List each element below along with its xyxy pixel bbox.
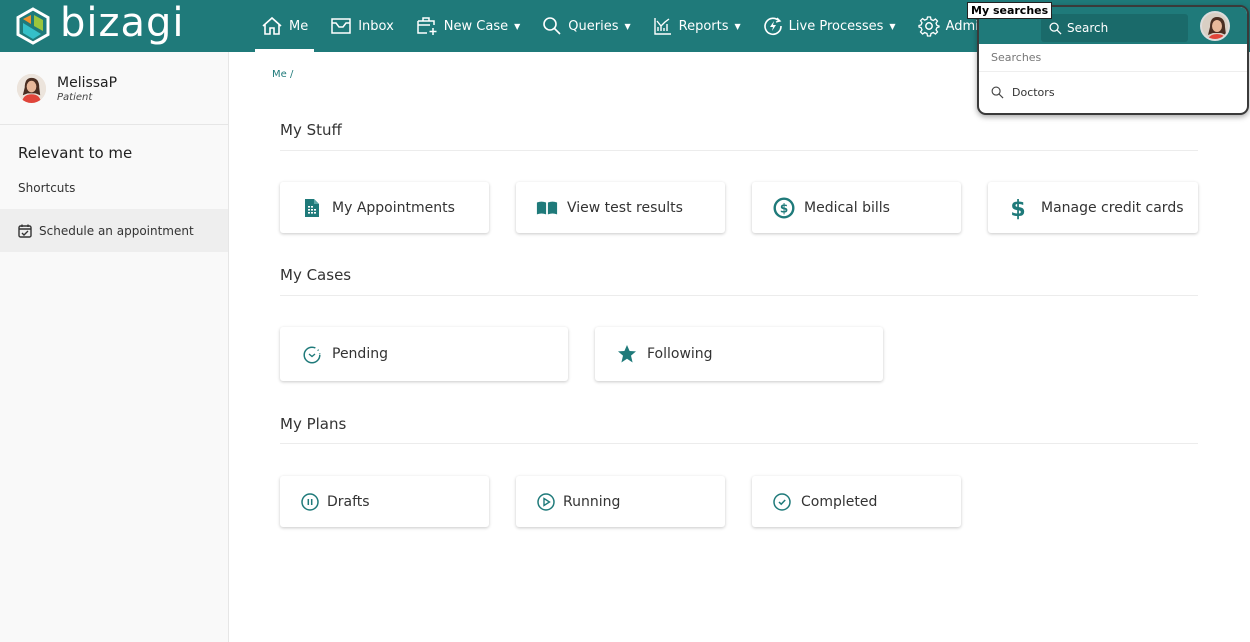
shortcuts-label: Shortcuts (18, 181, 76, 195)
gear-icon (917, 16, 940, 37)
calendar-check-icon (18, 224, 32, 238)
document-icon (301, 198, 323, 218)
nav-label: Reports (678, 18, 729, 34)
search-dropdown: Searches Doctors (977, 5, 1249, 115)
reports-icon (653, 18, 671, 35)
chevron-down-icon: ▼ (889, 21, 896, 31)
search-input[interactable] (1067, 21, 1177, 35)
nav-item-inbox[interactable]: Inbox (324, 0, 400, 52)
card-running[interactable]: Running (516, 476, 725, 527)
nav-item-live-processes[interactable]: Live Processes ▼ (757, 0, 902, 52)
avatar (17, 74, 46, 103)
card-label: View test results (567, 199, 683, 216)
card-following[interactable]: Following (595, 327, 883, 381)
user-role: Patient (57, 91, 93, 103)
shortcut-label: Schedule an appointment (39, 223, 194, 238)
timer-icon (301, 344, 323, 364)
play-circle-icon (535, 492, 557, 512)
breadcrumb[interactable]: Me / (272, 69, 293, 80)
svg-text:$: $ (780, 201, 788, 215)
user-avatar[interactable] (1200, 11, 1230, 41)
chevron-down-icon: ▼ (514, 21, 521, 31)
pause-circle-icon (299, 492, 321, 512)
card-label: Drafts (327, 493, 370, 510)
card-label: Pending (332, 346, 388, 362)
card-label: Medical bills (804, 199, 890, 216)
nav-label: Live Processes (788, 18, 884, 34)
sidebar-title: Relevant to me (18, 144, 133, 162)
nav-item-me[interactable]: Me (255, 0, 315, 52)
check-circle-icon (771, 492, 793, 512)
card-completed[interactable]: Completed (752, 476, 961, 527)
nav-label: Inbox (358, 18, 394, 34)
star-icon (616, 344, 638, 364)
main-nav: Me Inbox New Case ▼ Queries ▼ Reports ▼ … (255, 0, 1015, 52)
sidebar: MelissaP Patient Relevant to me Shortcut… (0, 52, 229, 642)
bizagi-logo[interactable]: bizagi (16, 2, 185, 50)
card-my-appointments[interactable]: My Appointments (280, 182, 489, 233)
bizagi-logo-icon (16, 7, 50, 45)
nav-label: Queries (568, 18, 619, 34)
user-name: MelissaP (57, 74, 118, 91)
nav-label: New Case (443, 18, 509, 34)
live-processes-icon (763, 17, 782, 36)
search-icon (1049, 21, 1062, 35)
brand-name: bizagi (60, 0, 185, 46)
avatar-image (17, 74, 46, 103)
card-pending[interactable]: Pending (280, 327, 568, 381)
svg-text:$: $ (1010, 197, 1025, 220)
searches-section-label: Searches (991, 51, 1042, 64)
card-drafts[interactable]: Drafts (280, 476, 489, 527)
section-title-my-stuff: My Stuff (280, 121, 342, 139)
user-profile[interactable]: MelissaP Patient (17, 74, 117, 103)
inbox-icon (331, 18, 351, 34)
chevron-down-icon: ▼ (734, 21, 741, 31)
search-icon (543, 17, 561, 35)
section-divider (280, 295, 1198, 296)
nav-label: Me (289, 18, 309, 34)
saved-search-label: Doctors (1012, 86, 1055, 99)
card-label: Completed (801, 493, 878, 510)
card-medical-bills[interactable]: $ Medical bills (752, 182, 961, 233)
chevron-down-icon: ▼ (624, 21, 631, 31)
avatar-image (1202, 13, 1228, 39)
saved-search-item[interactable]: Doctors (991, 86, 1055, 99)
card-label: Running (563, 493, 621, 510)
search-icon (991, 86, 1004, 99)
card-manage-credit-cards[interactable]: $ Manage credit cards (988, 182, 1198, 233)
card-label: Following (647, 346, 713, 362)
divider (0, 124, 229, 125)
section-divider (280, 150, 1198, 151)
section-title-my-cases: My Cases (280, 266, 352, 284)
book-icon (536, 200, 558, 216)
search-field[interactable] (1041, 14, 1188, 42)
nav-item-new-case[interactable]: New Case ▼ (410, 0, 526, 52)
section-divider (280, 443, 1198, 444)
nav-item-reports[interactable]: Reports ▼ (647, 0, 747, 52)
divider (979, 71, 1247, 72)
card-label: My Appointments (332, 199, 455, 216)
shortcut-schedule-appointment[interactable]: Schedule an appointment (0, 209, 228, 252)
card-label: Manage credit cards (1041, 199, 1184, 216)
section-title-my-plans: My Plans (280, 415, 347, 433)
nav-item-queries[interactable]: Queries ▼ (536, 0, 636, 52)
dollar-circle-icon: $ (773, 196, 795, 219)
my-searches-tooltip: My searches (967, 2, 1053, 19)
home-icon (262, 16, 282, 35)
card-view-test-results[interactable]: View test results (516, 182, 725, 233)
dollar-icon: $ (1005, 196, 1031, 220)
new-case-icon (417, 17, 437, 35)
